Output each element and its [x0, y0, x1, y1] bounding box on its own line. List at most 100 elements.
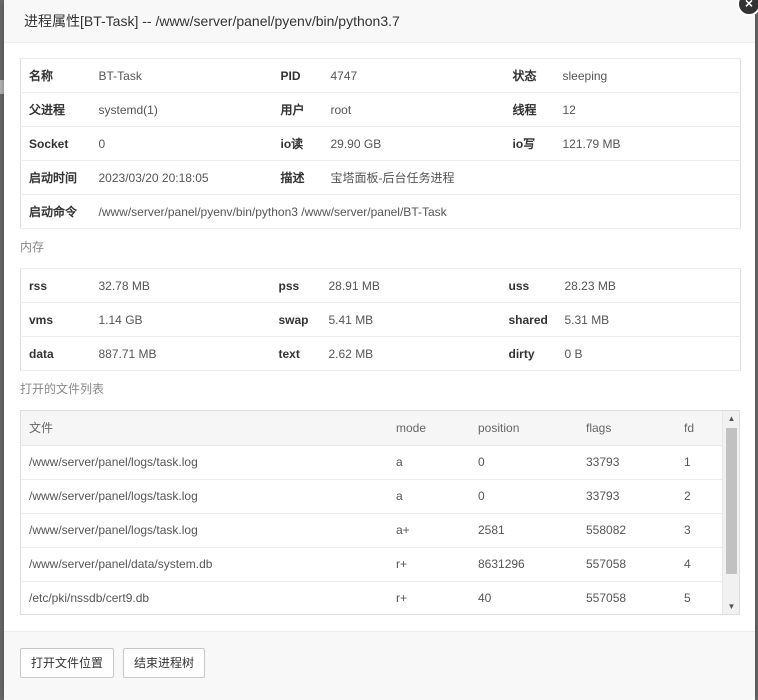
- info-value: 0: [90, 126, 273, 161]
- scrollbar-thumb[interactable]: [726, 428, 737, 574]
- dialog-footer: 打开文件位置 结束进程树: [4, 631, 755, 700]
- file-position: 0: [470, 479, 578, 514]
- memory-value: 28.91 MB: [320, 268, 501, 303]
- memory-row: rss 32.78 MB pss 28.91 MB uss 28.23 MB: [20, 268, 741, 303]
- file-flags: 33793: [578, 445, 676, 480]
- memory-key: vms: [20, 302, 91, 337]
- info-key: io写: [504, 126, 555, 161]
- info-row: Socket 0 io读 29.90 GB io写 121.79 MB: [20, 126, 741, 161]
- info-value: systemd(1): [90, 92, 273, 127]
- info-key: 名称: [20, 58, 91, 93]
- memory-key: data: [20, 336, 91, 371]
- info-value: 29.90 GB: [322, 126, 505, 161]
- file-flags: 558082: [578, 513, 676, 548]
- table-header-row: 文件 mode position flags fd: [21, 411, 723, 446]
- scroll-up-arrow-icon[interactable]: ▲: [723, 411, 739, 426]
- file-position: 2581: [470, 513, 578, 548]
- info-key: 状态: [504, 58, 555, 93]
- process-info-table: 名称 BT-Task PID 4747 状态 sleeping 父进程 syst…: [20, 58, 741, 229]
- file-mode: r+: [388, 581, 470, 614]
- column-header-flags[interactable]: flags: [578, 411, 676, 446]
- file-flags: 557058: [578, 547, 676, 582]
- memory-key: text: [270, 336, 321, 371]
- memory-key: uss: [500, 268, 557, 303]
- file-mode: a: [388, 445, 470, 480]
- info-value: 12: [554, 92, 741, 127]
- open-file-location-button[interactable]: 打开文件位置: [20, 648, 115, 678]
- file-position: 8631296: [470, 547, 578, 582]
- memory-value: 887.71 MB: [90, 336, 271, 371]
- column-header-file[interactable]: 文件: [21, 411, 388, 446]
- file-path: /etc/pki/nssdb/cert9.db: [21, 581, 388, 614]
- info-key: 线程: [504, 92, 555, 127]
- info-row: 名称 BT-Task PID 4747 状态 sleeping: [20, 58, 741, 93]
- info-key: io读: [272, 126, 323, 161]
- cmd-value: /www/server/panel/pyenv/bin/python3 /www…: [90, 194, 741, 229]
- file-flags: 557058: [578, 581, 676, 614]
- file-fd: 2: [676, 479, 723, 514]
- file-path: /www/server/panel/logs/task.log: [21, 513, 388, 548]
- memory-table: rss 32.78 MB pss 28.91 MB uss 28.23 MB v…: [20, 268, 741, 371]
- dialog-body: 名称 BT-Task PID 4747 状态 sleeping 父进程 syst…: [20, 58, 741, 615]
- file-path: /www/server/panel/logs/task.log: [21, 445, 388, 480]
- info-row: 启动命令 /www/server/panel/pyenv/bin/python3…: [20, 194, 741, 229]
- memory-value: 5.41 MB: [320, 302, 501, 337]
- open-files-list[interactable]: 文件 mode position flags fd /www/server/pa…: [20, 410, 740, 615]
- info-row: 启动时间 2023/03/20 20:18:05 描述 宝塔面板-后台任务进程: [20, 160, 741, 195]
- memory-value: 0 B: [556, 336, 741, 371]
- file-path: /www/server/panel/logs/task.log: [21, 479, 388, 514]
- cmd-key: 启动命令: [20, 194, 91, 229]
- file-position: 0: [470, 445, 578, 480]
- memory-key: swap: [270, 302, 321, 337]
- info-value: root: [322, 92, 505, 127]
- memory-value: 2.62 MB: [320, 336, 501, 371]
- file-fd: 1: [676, 445, 723, 480]
- column-header-mode[interactable]: mode: [388, 411, 470, 446]
- memory-value: 5.31 MB: [556, 302, 741, 337]
- memory-value: 32.78 MB: [90, 268, 271, 303]
- table-row[interactable]: /etc/pki/nssdb/cert9.db r+ 40 557058 5: [21, 581, 723, 614]
- info-value: 121.79 MB: [554, 126, 741, 161]
- start-time-key: 启动时间: [20, 160, 91, 195]
- dialog-title: 进程属性[BT-Task] -- /www/server/panel/pyenv…: [4, 0, 755, 43]
- vertical-scrollbar[interactable]: ▲ ▼: [722, 411, 739, 614]
- memory-section-title: 内存: [20, 240, 45, 254]
- info-key: Socket: [20, 126, 91, 161]
- file-fd: 3: [676, 513, 723, 548]
- memory-value: 28.23 MB: [556, 268, 741, 303]
- memory-key: dirty: [500, 336, 557, 371]
- open-files-section-title: 打开的文件列表: [20, 382, 105, 396]
- file-position: 40: [470, 581, 578, 614]
- start-time-value: 2023/03/20 20:18:05: [90, 160, 273, 195]
- desc-key: 描述: [272, 160, 323, 195]
- table-row[interactable]: /www/server/panel/data/system.db r+ 8631…: [21, 547, 723, 582]
- memory-row: vms 1.14 GB swap 5.41 MB shared 5.31 MB: [20, 302, 741, 337]
- file-mode: a: [388, 479, 470, 514]
- file-fd: 5: [676, 581, 723, 614]
- info-value: 4747: [322, 58, 505, 93]
- info-value: BT-Task: [90, 58, 273, 93]
- info-value: sleeping: [554, 58, 741, 93]
- desc-value: 宝塔面板-后台任务进程: [322, 160, 741, 195]
- info-key: PID: [272, 58, 323, 93]
- column-header-position[interactable]: position: [470, 411, 578, 446]
- info-row: 父进程 systemd(1) 用户 root 线程 12: [20, 92, 741, 127]
- table-row[interactable]: /www/server/panel/logs/task.log a+ 2581 …: [21, 513, 723, 548]
- info-key: 父进程: [20, 92, 91, 127]
- file-flags: 33793: [578, 479, 676, 514]
- table-row[interactable]: /www/server/panel/logs/task.log a 0 3379…: [21, 479, 723, 514]
- file-mode: r+: [388, 547, 470, 582]
- file-fd: 4: [676, 547, 723, 582]
- memory-key: rss: [20, 268, 91, 303]
- file-mode: a+: [388, 513, 470, 548]
- open-files-table: 文件 mode position flags fd /www/server/pa…: [21, 411, 723, 614]
- info-key: 用户: [272, 92, 323, 127]
- scroll-down-arrow-icon[interactable]: ▼: [723, 599, 739, 614]
- memory-key: pss: [270, 268, 321, 303]
- memory-key: shared: [500, 302, 557, 337]
- table-row[interactable]: /www/server/panel/logs/task.log a 0 3379…: [21, 445, 723, 480]
- column-header-fd[interactable]: fd: [676, 411, 723, 446]
- file-path: /www/server/panel/data/system.db: [21, 547, 388, 582]
- memory-row: data 887.71 MB text 2.62 MB dirty 0 B: [20, 336, 741, 371]
- kill-process-tree-button[interactable]: 结束进程树: [123, 648, 206, 678]
